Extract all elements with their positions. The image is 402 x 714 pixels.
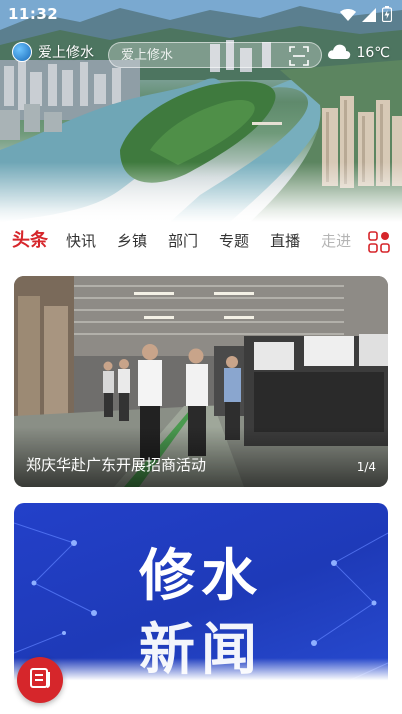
tab-topics[interactable]: 专题	[219, 230, 249, 252]
search-bar[interactable]	[108, 42, 322, 68]
status-bar: 11:32	[0, 0, 402, 30]
weather-widget[interactable]: 16℃	[327, 42, 390, 64]
tab-live[interactable]: 直播	[270, 230, 300, 252]
tab-news-flash[interactable]: 快讯	[66, 230, 96, 252]
tab-explore[interactable]: 走进	[321, 230, 351, 252]
header-banner: 11:32 爱上修水 爱上修水 16℃	[0, 0, 402, 222]
featured-news-card[interactable]: 郑庆华赴广东开展招商活动 1/4	[14, 276, 388, 487]
tab-list: 头条 快讯 乡镇 部门 专题 直播 走进	[12, 230, 372, 252]
signal-icon	[362, 7, 376, 26]
tab-towns[interactable]: 乡镇	[117, 230, 147, 252]
app-name: 爱上修水	[38, 45, 94, 61]
search-input[interactable]	[121, 47, 271, 63]
newspaper-icon	[28, 666, 52, 694]
grid-menu-icon[interactable]	[368, 231, 390, 253]
news-reader-button[interactable]	[17, 657, 63, 703]
cloud-icon	[327, 42, 351, 64]
slide-counter: 1/4	[356, 460, 376, 474]
feature-caption[interactable]: 郑庆华赴广东开展招商活动	[26, 454, 206, 475]
logo-icon	[12, 42, 32, 62]
scan-icon[interactable]	[289, 46, 309, 66]
battery-icon	[381, 6, 393, 26]
wifi-icon	[340, 7, 356, 26]
tab-departments[interactable]: 部门	[168, 230, 198, 252]
tab-headline[interactable]: 头条	[12, 230, 48, 252]
channel-tabs: 头条 快讯 乡镇 部门 专题 直播 走进	[0, 222, 402, 262]
weather-temp: 16℃	[356, 45, 390, 61]
status-icons	[340, 6, 393, 26]
app-logo[interactable]: 爱上修水	[12, 42, 94, 62]
status-time: 11:32	[8, 5, 59, 23]
app-bar: 爱上修水 16℃	[0, 38, 402, 72]
promo-title: 修水	[139, 544, 263, 609]
hero-fade	[0, 162, 402, 222]
